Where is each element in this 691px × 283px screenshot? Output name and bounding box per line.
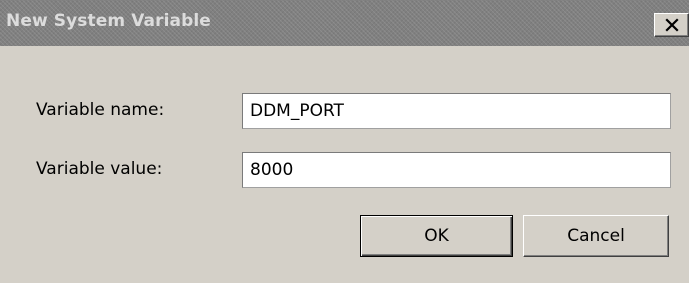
close-button[interactable] xyxy=(654,13,689,37)
variable-value-label: Variable value: xyxy=(36,159,163,179)
ok-button-label: OK xyxy=(424,226,449,246)
variable-name-label: Variable name: xyxy=(36,100,165,120)
variable-name-input[interactable] xyxy=(242,93,671,129)
cancel-button[interactable]: Cancel xyxy=(523,215,669,257)
dialog-title: New System Variable xyxy=(6,11,211,31)
variable-value-input[interactable] xyxy=(242,152,671,188)
ok-button[interactable]: OK xyxy=(360,215,513,257)
new-system-variable-dialog: New System Variable Variable name: Varia… xyxy=(0,0,691,283)
close-icon xyxy=(664,18,679,32)
cancel-button-label: Cancel xyxy=(567,226,625,246)
title-bar[interactable]: New System Variable xyxy=(0,0,691,46)
